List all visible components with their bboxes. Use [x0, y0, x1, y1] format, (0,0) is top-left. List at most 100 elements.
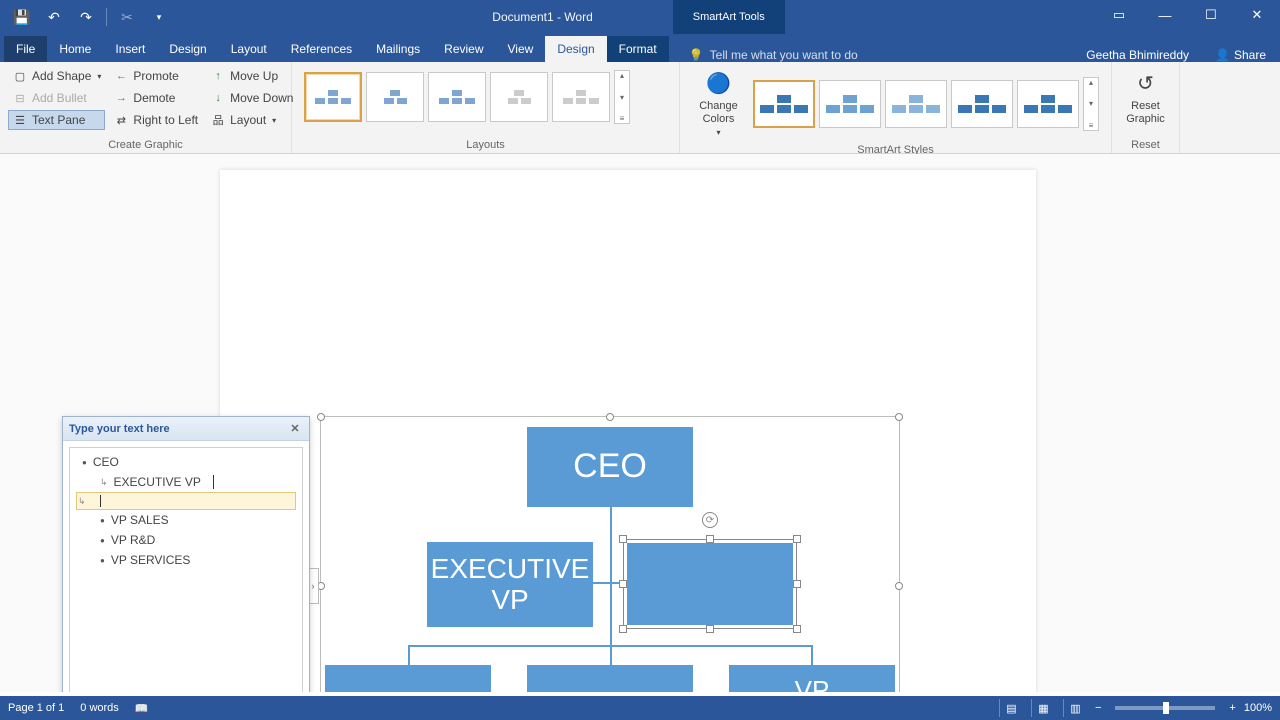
- minimize-icon[interactable]: —: [1142, 0, 1188, 30]
- layout-button[interactable]: 品Layout ▾: [206, 110, 297, 130]
- org-node-vp-services[interactable]: VP SERVICES: [729, 665, 895, 692]
- tab-smartart-design[interactable]: Design: [545, 36, 606, 62]
- layout-thumb-4[interactable]: [490, 72, 548, 122]
- group-smartart-styles: 🔵 Change Colors ▾ ▴▾≡ SmartArt Styles: [680, 62, 1112, 153]
- qat-customize-icon[interactable]: ▾: [143, 2, 175, 32]
- zoom-out-icon[interactable]: −: [1095, 702, 1101, 714]
- tab-review[interactable]: Review: [432, 36, 495, 62]
- move-down-button[interactable]: ↓Move Down: [206, 88, 297, 108]
- resize-handle[interactable]: [706, 625, 714, 633]
- tab-home[interactable]: Home: [47, 36, 103, 62]
- zoom-level[interactable]: 100%: [1244, 702, 1272, 714]
- group-label-create-graphic: Create Graphic: [8, 137, 283, 151]
- ribbon-options-icon[interactable]: ▭: [1096, 0, 1142, 30]
- list-item[interactable]: ●VP SERVICES: [76, 550, 296, 570]
- zoom-slider[interactable]: [1115, 706, 1215, 710]
- add-shape-icon: ▢: [12, 68, 28, 84]
- style-thumb-2[interactable]: [819, 80, 881, 128]
- close-icon[interactable]: ✕: [1234, 0, 1280, 30]
- status-proofing-icon[interactable]: 📖: [135, 702, 149, 715]
- text-pane-button[interactable]: ☰Text Pane: [8, 110, 105, 130]
- tell-me-search[interactable]: 💡 Tell me what you want to do: [669, 48, 1075, 62]
- list-item[interactable]: ↳EXECUTIVE VP: [76, 472, 296, 492]
- shape-selection[interactable]: ⟳: [623, 539, 797, 629]
- resize-handle[interactable]: [793, 535, 801, 543]
- demote-button[interactable]: →Demote: [109, 88, 202, 108]
- layout-thumb-5[interactable]: [552, 72, 610, 122]
- style-thumb-4[interactable]: [951, 80, 1013, 128]
- text-pane-close-icon[interactable]: ✕: [287, 421, 303, 437]
- layout-gallery[interactable]: ▴▾≡: [300, 66, 671, 128]
- account-name[interactable]: Geetha Bhimireddy: [1074, 48, 1201, 62]
- text-pane-header[interactable]: Type your text here ✕: [63, 417, 309, 441]
- redo-icon[interactable]: ↷: [70, 2, 102, 32]
- resize-handle[interactable]: [793, 625, 801, 633]
- connector-line: [408, 645, 410, 667]
- ribbon-tabs: File Home Insert Design Layout Reference…: [0, 34, 1280, 62]
- smartart-frame[interactable]: › CEO EXECUTIVE VP VP SALES VP R&D VP SE…: [320, 416, 900, 692]
- org-node-exec-vp[interactable]: EXECUTIVE VP: [427, 542, 593, 627]
- list-item[interactable]: ●CEO: [76, 452, 296, 472]
- org-node-vp-sales[interactable]: VP SALES: [325, 665, 491, 692]
- zoom-thumb[interactable]: [1163, 702, 1169, 714]
- save-icon[interactable]: 💾: [6, 2, 38, 32]
- share-button[interactable]: 👤 Share: [1201, 48, 1280, 62]
- tab-insert[interactable]: Insert: [103, 36, 157, 62]
- maximize-icon[interactable]: ☐: [1188, 0, 1234, 30]
- resize-handle[interactable]: [706, 535, 714, 543]
- layout-gallery-more[interactable]: ▴▾≡: [614, 70, 630, 124]
- text-pane-list[interactable]: ●CEO ↳EXECUTIVE VP ↳ ●VP SALES ●VP R&D ●…: [69, 447, 303, 692]
- rotate-handle[interactable]: ⟳: [702, 512, 718, 528]
- move-up-button[interactable]: ↑Move Up: [206, 66, 297, 86]
- org-node-vp-rd[interactable]: VP R&D: [527, 665, 693, 692]
- change-colors-button[interactable]: 🔵 Change Colors ▾: [688, 66, 749, 142]
- zoom-in-icon[interactable]: +: [1229, 702, 1235, 714]
- style-gallery[interactable]: ▴▾≡: [749, 66, 1103, 142]
- view-web-icon[interactable]: ▥: [1063, 699, 1087, 717]
- undo-icon[interactable]: ↶: [38, 2, 70, 32]
- resize-handle[interactable]: [619, 625, 627, 633]
- style-thumb-1[interactable]: [753, 80, 815, 128]
- resize-handle[interactable]: [895, 413, 903, 421]
- tab-mailings[interactable]: Mailings: [364, 36, 432, 62]
- tab-references[interactable]: References: [279, 36, 364, 62]
- resize-handle[interactable]: [619, 580, 627, 588]
- bullet-icon: ●: [100, 536, 105, 545]
- cut-icon[interactable]: ✂: [111, 2, 143, 32]
- tab-design-doc[interactable]: Design: [157, 36, 218, 62]
- tab-smartart-format[interactable]: Format: [607, 36, 669, 62]
- resize-handle[interactable]: [317, 413, 325, 421]
- view-read-icon[interactable]: ▤: [999, 699, 1023, 717]
- status-words[interactable]: 0 words: [80, 702, 119, 715]
- group-reset: ↺ Reset Graphic Reset: [1112, 62, 1180, 153]
- style-thumb-5[interactable]: [1017, 80, 1079, 128]
- style-gallery-more[interactable]: ▴▾≡: [1083, 77, 1099, 131]
- layout-thumb-2[interactable]: [366, 72, 424, 122]
- list-item[interactable]: ●VP SALES: [76, 510, 296, 530]
- group-label-layouts: Layouts: [300, 137, 671, 151]
- layout-thumb-1[interactable]: [304, 72, 362, 122]
- resize-handle[interactable]: [895, 582, 903, 590]
- text-pane-title: Type your text here: [69, 423, 170, 435]
- layout-thumb-3[interactable]: [428, 72, 486, 122]
- reset-graphic-button[interactable]: ↺ Reset Graphic: [1120, 66, 1171, 130]
- resize-handle[interactable]: [606, 413, 614, 421]
- right-to-left-button[interactable]: ⇄Right to Left: [109, 110, 202, 130]
- context-tab-label: SmartArt Tools: [673, 0, 785, 34]
- tab-layout[interactable]: Layout: [219, 36, 279, 62]
- add-shape-button[interactable]: ▢Add Shape ▾: [8, 66, 105, 86]
- list-item[interactable]: ●VP R&D: [76, 530, 296, 550]
- promote-icon: ←: [113, 68, 129, 84]
- status-page[interactable]: Page 1 of 1: [8, 702, 64, 715]
- tab-view[interactable]: View: [496, 36, 546, 62]
- text-pane[interactable]: Type your text here ✕ ●CEO ↳EXECUTIVE VP…: [62, 416, 310, 692]
- view-print-icon[interactable]: ▦: [1031, 699, 1055, 717]
- org-node-ceo[interactable]: CEO: [527, 427, 693, 507]
- sub-bullet-icon: ↳: [78, 496, 86, 507]
- style-thumb-3[interactable]: [885, 80, 947, 128]
- tab-file[interactable]: File: [4, 36, 47, 62]
- promote-button[interactable]: ←Promote: [109, 66, 202, 86]
- list-item-selected[interactable]: ↳: [76, 492, 296, 510]
- resize-handle[interactable]: [793, 580, 801, 588]
- resize-handle[interactable]: [619, 535, 627, 543]
